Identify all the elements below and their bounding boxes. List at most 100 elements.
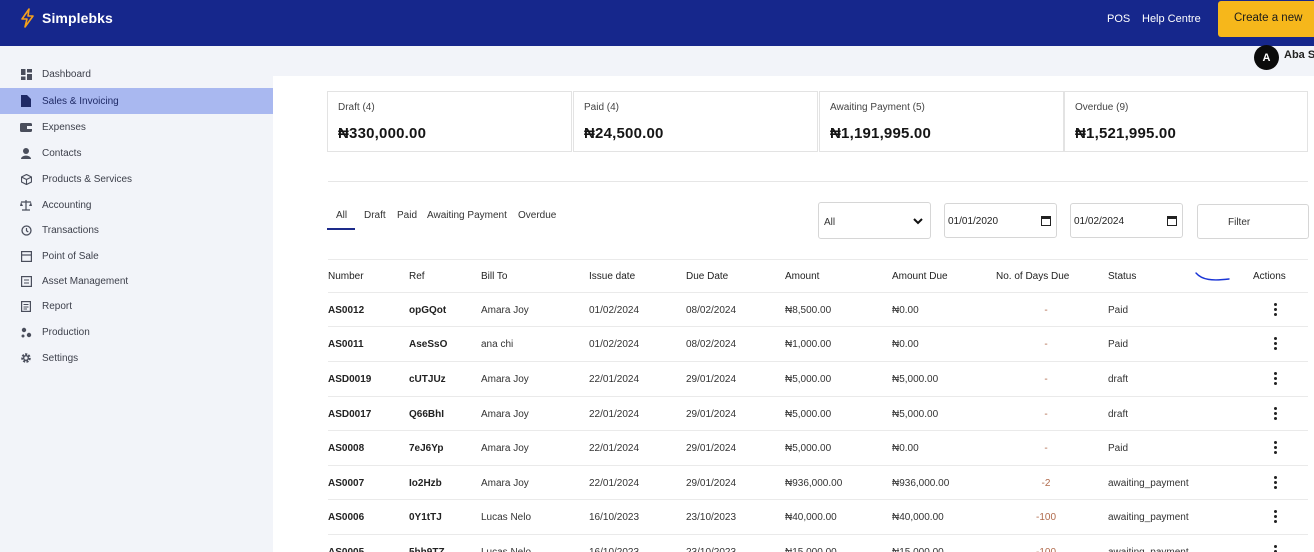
- active-tab-indicator: [327, 228, 355, 230]
- more-options-icon[interactable]: [1274, 337, 1278, 352]
- cell-status: Paid: [1108, 305, 1129, 316]
- more-options-icon[interactable]: [1274, 372, 1278, 387]
- more-options-icon[interactable]: [1274, 476, 1278, 491]
- card-label: Draft (4): [338, 102, 375, 113]
- cell-days-due: -: [1044, 443, 1048, 454]
- sidebar-item-settings[interactable]: Settings: [0, 345, 273, 371]
- create-new-button[interactable]: Create a new: [1218, 1, 1314, 37]
- cell-number: ASD0017: [328, 409, 372, 420]
- table-row[interactable]: AS0007 Io2Hzb Amara Joy 22/01/2024 29/01/202…: [328, 465, 1308, 499]
- cell-due-date: 08/02/2024: [686, 339, 737, 350]
- cell-issue-date: 22/01/2024: [589, 409, 640, 420]
- user-name[interactable]: Aba S: [1284, 49, 1314, 61]
- more-options-icon[interactable]: [1274, 303, 1278, 318]
- sidebar-item-label: Accounting: [42, 199, 92, 211]
- card-label: Overdue (9): [1075, 102, 1129, 113]
- more-options-icon[interactable]: [1274, 510, 1278, 525]
- report-icon: [20, 300, 32, 312]
- column-header-due-date[interactable]: Due Date: [686, 271, 728, 282]
- divider: [328, 181, 1308, 182]
- tab-awaiting-payment[interactable]: Awaiting Payment: [427, 210, 507, 221]
- pos-link[interactable]: POS: [1107, 13, 1130, 25]
- cell-bill-to: ana chi: [481, 339, 514, 350]
- tab-all[interactable]: All: [336, 210, 347, 221]
- card-value: ₦330,000.00: [338, 125, 427, 142]
- more-options-icon[interactable]: [1274, 407, 1278, 422]
- sidebar-item-label: Point of Sale: [42, 250, 99, 262]
- date-to-input[interactable]: 01/02/2024: [1070, 203, 1183, 238]
- cell-issue-date: 22/01/2024: [589, 478, 640, 489]
- sidebar-item-asset-management[interactable]: Asset Management: [0, 268, 273, 294]
- more-options-icon[interactable]: [1274, 545, 1278, 552]
- column-header-actions[interactable]: Actions: [1253, 271, 1286, 282]
- cell-days-due: -100: [1035, 512, 1056, 523]
- calendar-icon[interactable]: [1167, 215, 1177, 226]
- column-header-days-due[interactable]: No. of Days Due: [996, 271, 1069, 282]
- more-options-icon[interactable]: [1274, 441, 1278, 456]
- column-header-amount-due[interactable]: Amount Due: [892, 271, 948, 282]
- sidebar-item-report[interactable]: Report: [0, 293, 273, 319]
- tab-paid[interactable]: Paid: [397, 210, 417, 221]
- summary-card-overdue[interactable]: Overdue (9) ₦1,521,995.00: [1064, 91, 1308, 152]
- sidebar-item-production[interactable]: Production: [0, 319, 273, 345]
- dashboard-icon: [20, 68, 32, 80]
- cell-number: AS0007: [328, 478, 365, 489]
- column-header-bill-to[interactable]: Bill To: [481, 271, 508, 282]
- cell-due-date: 23/10/2023: [686, 512, 737, 523]
- sidebar-item-contacts[interactable]: Contacts: [0, 140, 273, 166]
- avatar[interactable]: A: [1254, 45, 1279, 70]
- sidebar-item-point-of-sale[interactable]: Point of Sale: [0, 243, 273, 269]
- cell-amount-due: ₦40,000.00: [892, 512, 944, 523]
- sidebar-item-label: Sales & Invoicing: [42, 95, 119, 107]
- cell-status: Paid: [1108, 443, 1129, 454]
- table-row[interactable]: AS0005 5hh9TZ Lucas Nelo 16/10/2023 23/10/20…: [328, 534, 1308, 552]
- table-row[interactable]: AS0011 AseSsO ana chi 01/02/2024 08/02/2024 ₦…: [328, 326, 1308, 360]
- cell-due-date: 23/10/2023: [686, 547, 736, 552]
- cell-amount: ₦5,000.00: [785, 443, 832, 454]
- sidebar-item-products-services[interactable]: Products & Services: [0, 166, 273, 192]
- cell-amount-due: ₦15,000.00: [892, 547, 944, 552]
- status-select[interactable]: All: [818, 202, 931, 239]
- cell-issue-date: 16/10/2023: [589, 512, 640, 523]
- sidebar-item-transactions[interactable]: Transactions: [0, 217, 273, 243]
- cell-ref: cUTJUz: [409, 374, 446, 385]
- date-from-value: 01/01/2020: [948, 216, 999, 227]
- sidebar-item-label: Report: [42, 300, 73, 312]
- cell-amount: ₦936,000.00: [785, 478, 843, 489]
- cell-bill-to: Lucas Nelo: [481, 547, 531, 552]
- column-header-status[interactable]: Status: [1108, 271, 1136, 282]
- table-row[interactable]: AS0012 opGQot Amara Joy 01/02/2024 08/02/202…: [328, 292, 1308, 326]
- brand[interactable]: Simplebks: [18, 8, 113, 28]
- status-select-value: All: [824, 217, 836, 228]
- summary-card-draft[interactable]: Draft (4) ₦330,000.00: [327, 91, 572, 152]
- gear-icon: [20, 352, 32, 364]
- column-header-issue-date[interactable]: Issue date: [589, 271, 635, 282]
- column-header-amount[interactable]: Amount: [785, 271, 819, 282]
- sidebar-item-expenses[interactable]: Expenses: [0, 114, 273, 140]
- cell-bill-to: Amara Joy: [481, 305, 529, 316]
- summary-card-awaiting-payment[interactable]: Awaiting Payment (5) ₦1,191,995.00: [819, 91, 1064, 152]
- column-header-number[interactable]: Number: [328, 271, 364, 282]
- cell-number: AS0012: [328, 305, 365, 316]
- cell-days-due: -2: [1041, 478, 1051, 489]
- cell-due-date: 29/01/2024: [686, 443, 737, 454]
- sidebar-item-dashboard[interactable]: Dashboard: [0, 61, 273, 87]
- cell-number: AS0005: [328, 547, 364, 552]
- table-row[interactable]: ASD0017 Q66BhI Amara Joy 22/01/2024 29/01/20…: [328, 396, 1308, 430]
- table-row[interactable]: AS0008 7eJ6Yp Amara Joy 22/01/2024 29/01/202…: [328, 430, 1308, 464]
- table-row[interactable]: AS0006 0Y1tTJ Lucas Nelo 16/10/2023 23/10/20…: [328, 499, 1308, 533]
- cell-number: ASD0019: [328, 374, 372, 385]
- tab-draft[interactable]: Draft: [364, 210, 386, 221]
- cell-bill-to: Amara Joy: [481, 443, 529, 454]
- column-header-ref[interactable]: Ref: [409, 271, 425, 282]
- tab-overdue[interactable]: Overdue: [518, 210, 556, 221]
- table-row[interactable]: ASD0019 cUTJUz Amara Joy 22/01/2024 29/01/20…: [328, 361, 1308, 395]
- summary-card-paid[interactable]: Paid (4) ₦24,500.00: [573, 91, 818, 152]
- cell-bill-to: Amara Joy: [481, 478, 529, 489]
- help-centre-link[interactable]: Help Centre: [1142, 13, 1201, 25]
- date-from-input[interactable]: 01/01/2020: [944, 203, 1057, 238]
- calendar-icon[interactable]: [1041, 215, 1051, 226]
- sidebar-item-accounting[interactable]: Accounting: [0, 192, 273, 218]
- sidebar-item-sales-invoicing[interactable]: Sales & Invoicing: [0, 88, 273, 114]
- filter-button[interactable]: Filter: [1197, 204, 1309, 239]
